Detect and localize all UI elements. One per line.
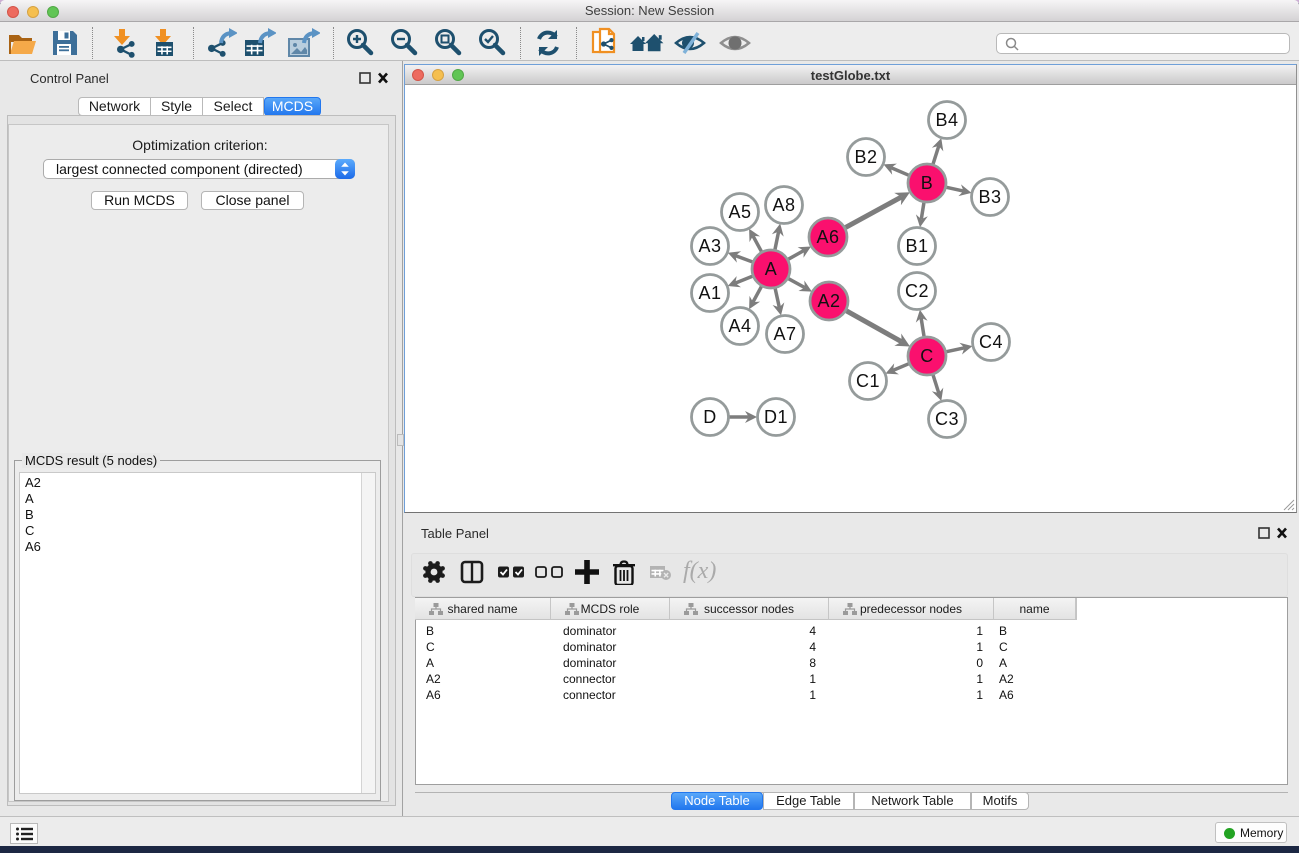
svg-text:B2: B2 — [854, 147, 877, 167]
svg-text:B1: B1 — [905, 236, 928, 256]
svg-text:C3: C3 — [935, 409, 959, 429]
svg-text:C: C — [920, 346, 934, 366]
svg-text:A5: A5 — [728, 202, 751, 222]
svg-text:C1: C1 — [856, 371, 880, 391]
svg-text:B4: B4 — [935, 110, 958, 130]
svg-text:C2: C2 — [905, 281, 929, 301]
svg-text:A7: A7 — [773, 324, 796, 344]
svg-text:B3: B3 — [978, 187, 1001, 207]
svg-text:A4: A4 — [728, 316, 751, 336]
svg-text:D: D — [703, 407, 717, 427]
svg-text:A6: A6 — [816, 227, 839, 247]
svg-text:A8: A8 — [772, 195, 795, 215]
svg-text:B: B — [921, 173, 934, 193]
svg-text:A3: A3 — [698, 236, 721, 256]
svg-text:A1: A1 — [698, 283, 721, 303]
svg-text:D1: D1 — [764, 407, 788, 427]
svg-text:A: A — [765, 259, 778, 279]
svg-text:A2: A2 — [817, 291, 840, 311]
svg-text:C4: C4 — [979, 332, 1003, 352]
